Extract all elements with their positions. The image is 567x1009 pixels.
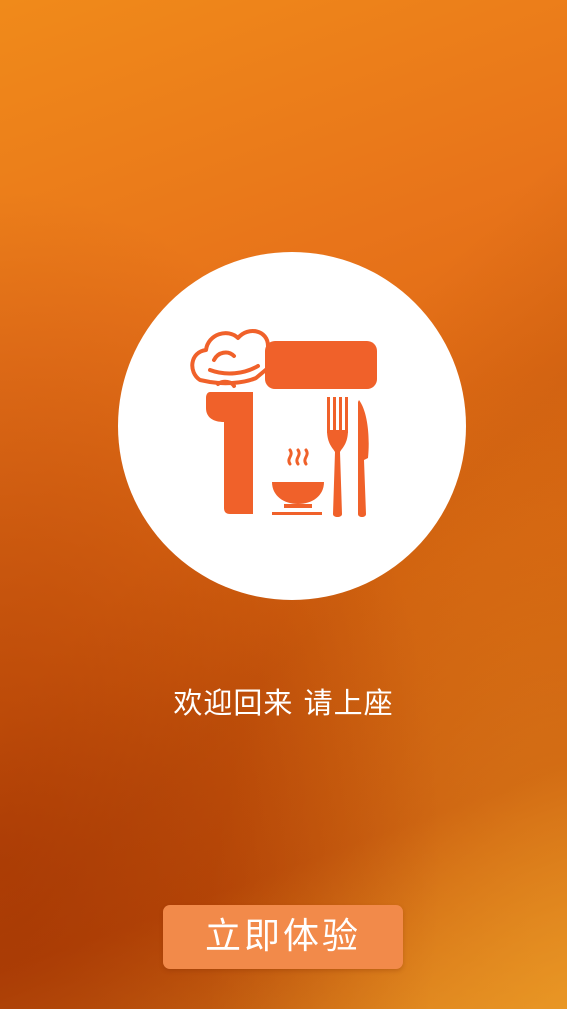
logo-top-bar [265, 341, 377, 389]
start-experience-button[interactable]: 立即体验 [163, 905, 403, 969]
fork-icon [327, 397, 348, 517]
app-logo [118, 252, 466, 600]
chef-hat-icon [190, 329, 279, 388]
knife-icon [358, 400, 369, 517]
welcome-message: 欢迎回来 请上座 [173, 686, 394, 720]
restaurant-logo-icon [190, 329, 377, 517]
steam-icon [287, 448, 309, 466]
logo-number-one [206, 392, 253, 514]
bowl-icon [272, 482, 324, 504]
